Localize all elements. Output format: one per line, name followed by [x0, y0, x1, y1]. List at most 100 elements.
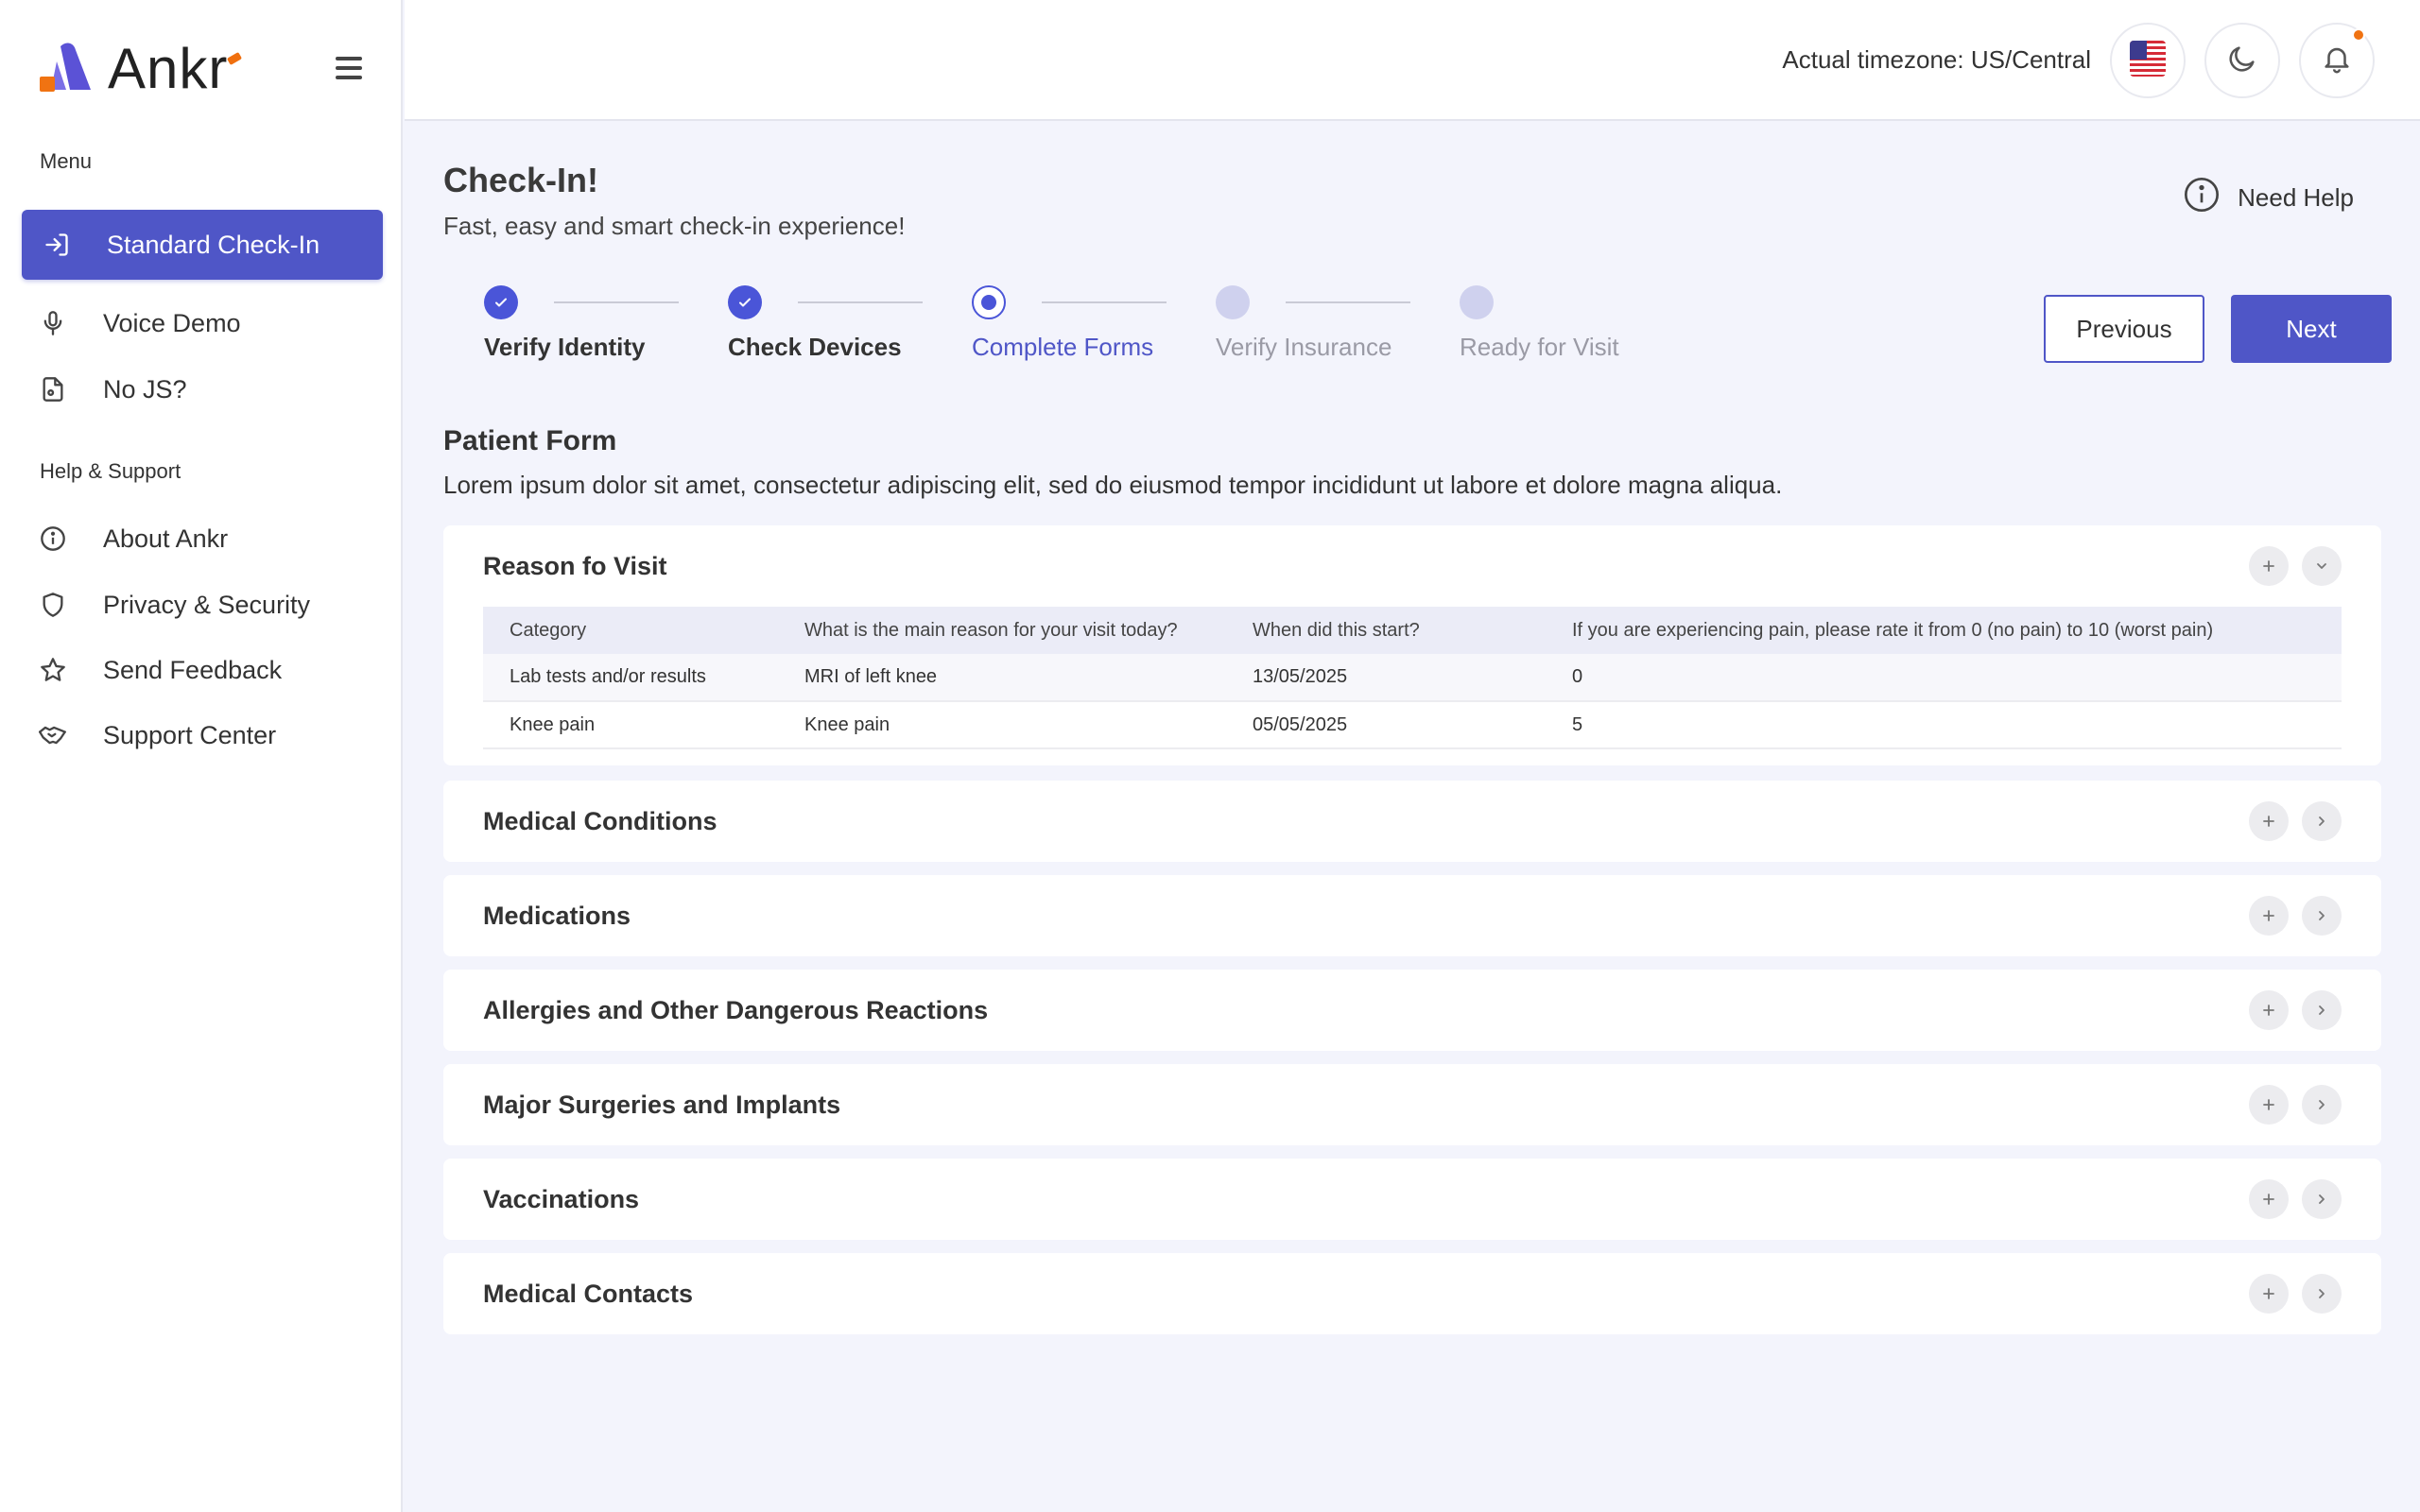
column-header: What is the main reason for your visit t…	[778, 607, 1226, 654]
info-icon	[39, 524, 67, 553]
bell-icon	[2321, 43, 2353, 79]
chevron-right-icon[interactable]	[2302, 1179, 2342, 1219]
previous-button[interactable]: Previous	[2044, 295, 2204, 363]
menu-section-label: Menu	[40, 149, 93, 173]
add-button[interactable]	[2249, 990, 2289, 1030]
pending-step-indicator	[1460, 285, 1494, 319]
sign-in-icon	[43, 231, 71, 259]
microphone-icon	[39, 309, 67, 337]
panel-title: Major Surgeries and Implants	[483, 1091, 841, 1119]
main-content: Check-In! Fast, easy and smart check-in …	[405, 123, 2420, 1512]
add-button[interactable]	[2249, 1179, 2289, 1219]
reason-for-visit-panel: Reason fo Visit Category What is the mai…	[443, 525, 2381, 765]
step-connector	[1286, 301, 1410, 303]
sidebar-item-standard-check-in[interactable]: Standard Check-In	[22, 210, 383, 280]
add-reason-button[interactable]	[2249, 546, 2289, 586]
form-title: Patient Form	[443, 425, 617, 456]
need-help-link[interactable]: Need Help	[2183, 176, 2354, 220]
add-button[interactable]	[2249, 1274, 2289, 1314]
form-description: Lorem ipsum dolor sit amet, consectetur …	[443, 471, 1783, 499]
panel-title: Vaccinations	[483, 1185, 640, 1213]
progress-stepper: Verify Identity Check Devices Complete F…	[484, 285, 2091, 380]
chevron-right-icon[interactable]	[2302, 1085, 2342, 1125]
surgeries-panel[interactable]: Major Surgeries and Implants	[443, 1064, 2381, 1145]
brand-accent-mark	[227, 52, 243, 65]
sidebar-item-send-feedback[interactable]: Send Feedback	[22, 635, 383, 705]
next-button[interactable]: Next	[2231, 295, 2392, 363]
chevron-right-icon[interactable]	[2302, 1274, 2342, 1314]
add-button[interactable]	[2249, 896, 2289, 936]
notification-badge	[2352, 28, 2365, 42]
step-label: Verify Identity	[484, 333, 646, 361]
dark-mode-toggle[interactable]	[2204, 23, 2280, 98]
sidebar-item-label: Standard Check-In	[107, 230, 320, 259]
handshake-icon	[39, 721, 67, 749]
notifications-button[interactable]	[2299, 23, 2375, 98]
column-header: If you are experiencing pain, please rat…	[1546, 607, 2342, 654]
medications-panel[interactable]: Medications	[443, 875, 2381, 956]
sidebar-item-label: Privacy & Security	[103, 590, 311, 619]
sidebar-item-label: No JS?	[103, 374, 187, 404]
step-connector	[1042, 301, 1167, 303]
brand-logo[interactable]: Ankr	[38, 36, 243, 101]
column-header: When did this start?	[1226, 607, 1546, 654]
panel-title[interactable]: Reason fo Visit	[483, 552, 667, 581]
sidebar-item-label: Support Center	[103, 720, 277, 749]
top-bar: Actual timezone: US/Central	[405, 0, 2420, 121]
table-header-row: Category What is the main reason for you…	[483, 607, 2342, 654]
panel-title: Medical Contacts	[483, 1280, 694, 1308]
file-icon	[39, 375, 67, 404]
timezone-label: Actual timezone: US/Central	[1782, 45, 2091, 74]
sidebar-item-about[interactable]: About Ankr	[22, 504, 383, 574]
pending-step-indicator	[1216, 285, 1250, 319]
allergies-panel[interactable]: Allergies and Other Dangerous Reactions	[443, 970, 2381, 1051]
chevron-right-icon[interactable]	[2302, 801, 2342, 841]
panel-title: Medical Conditions	[483, 807, 717, 835]
need-help-label: Need Help	[2238, 183, 2354, 212]
hamburger-menu-icon[interactable]	[336, 57, 362, 79]
table-row[interactable]: Knee pain Knee pain 05/05/2025 5	[483, 701, 2342, 749]
table-row[interactable]: Lab tests and/or results MRI of left kne…	[483, 654, 2342, 702]
table-cell: MRI of left knee	[778, 654, 1226, 702]
sidebar-item-label: Voice Demo	[103, 308, 241, 337]
vaccinations-panel[interactable]: Vaccinations	[443, 1159, 2381, 1240]
table-cell: 0	[1546, 654, 2342, 702]
page-title: Check-In!	[443, 161, 599, 199]
language-button[interactable]	[2110, 23, 2186, 98]
ankr-logo-icon	[38, 39, 98, 99]
panel-title: Allergies and Other Dangerous Reactions	[483, 996, 989, 1024]
table-cell: Lab tests and/or results	[483, 654, 778, 702]
sidebar-item-privacy[interactable]: Privacy & Security	[22, 570, 383, 640]
step-connector	[798, 301, 923, 303]
sidebar: Ankr Menu Standard Check-In Voice Demo N…	[0, 0, 403, 1512]
chevron-down-icon[interactable]	[2302, 546, 2342, 586]
step-label: Verify Insurance	[1216, 333, 1392, 361]
sidebar-item-voice-demo[interactable]: Voice Demo	[22, 288, 383, 358]
add-button[interactable]	[2249, 1085, 2289, 1125]
moon-icon	[2226, 43, 2258, 79]
brand-name: Ankr	[108, 37, 229, 100]
step-label: Ready for Visit	[1460, 333, 1619, 361]
sidebar-item-label: About Ankr	[103, 524, 229, 553]
medical-contacts-panel[interactable]: Medical Contacts	[443, 1253, 2381, 1334]
medical-conditions-panel[interactable]: Medical Conditions	[443, 781, 2381, 862]
table-cell: Knee pain	[483, 701, 778, 749]
us-flag-icon	[2130, 40, 2166, 81]
star-icon	[39, 656, 67, 684]
help-section-label: Help & Support	[40, 459, 182, 483]
shield-icon	[39, 591, 67, 619]
sidebar-item-label: Send Feedback	[103, 655, 283, 684]
table-cell: 5	[1546, 701, 2342, 749]
reason-table: Category What is the main reason for you…	[483, 607, 2342, 749]
sidebar-item-no-js[interactable]: No JS?	[22, 354, 383, 424]
add-button[interactable]	[2249, 801, 2289, 841]
table-cell: Knee pain	[778, 701, 1226, 749]
check-icon	[484, 285, 518, 319]
chevron-right-icon[interactable]	[2302, 990, 2342, 1030]
chevron-right-icon[interactable]	[2302, 896, 2342, 936]
current-step-indicator	[972, 285, 1006, 319]
column-header: Category	[483, 607, 778, 654]
sidebar-item-support-center[interactable]: Support Center	[22, 700, 383, 770]
step-label: Check Devices	[728, 333, 902, 361]
table-cell: 05/05/2025	[1226, 701, 1546, 749]
